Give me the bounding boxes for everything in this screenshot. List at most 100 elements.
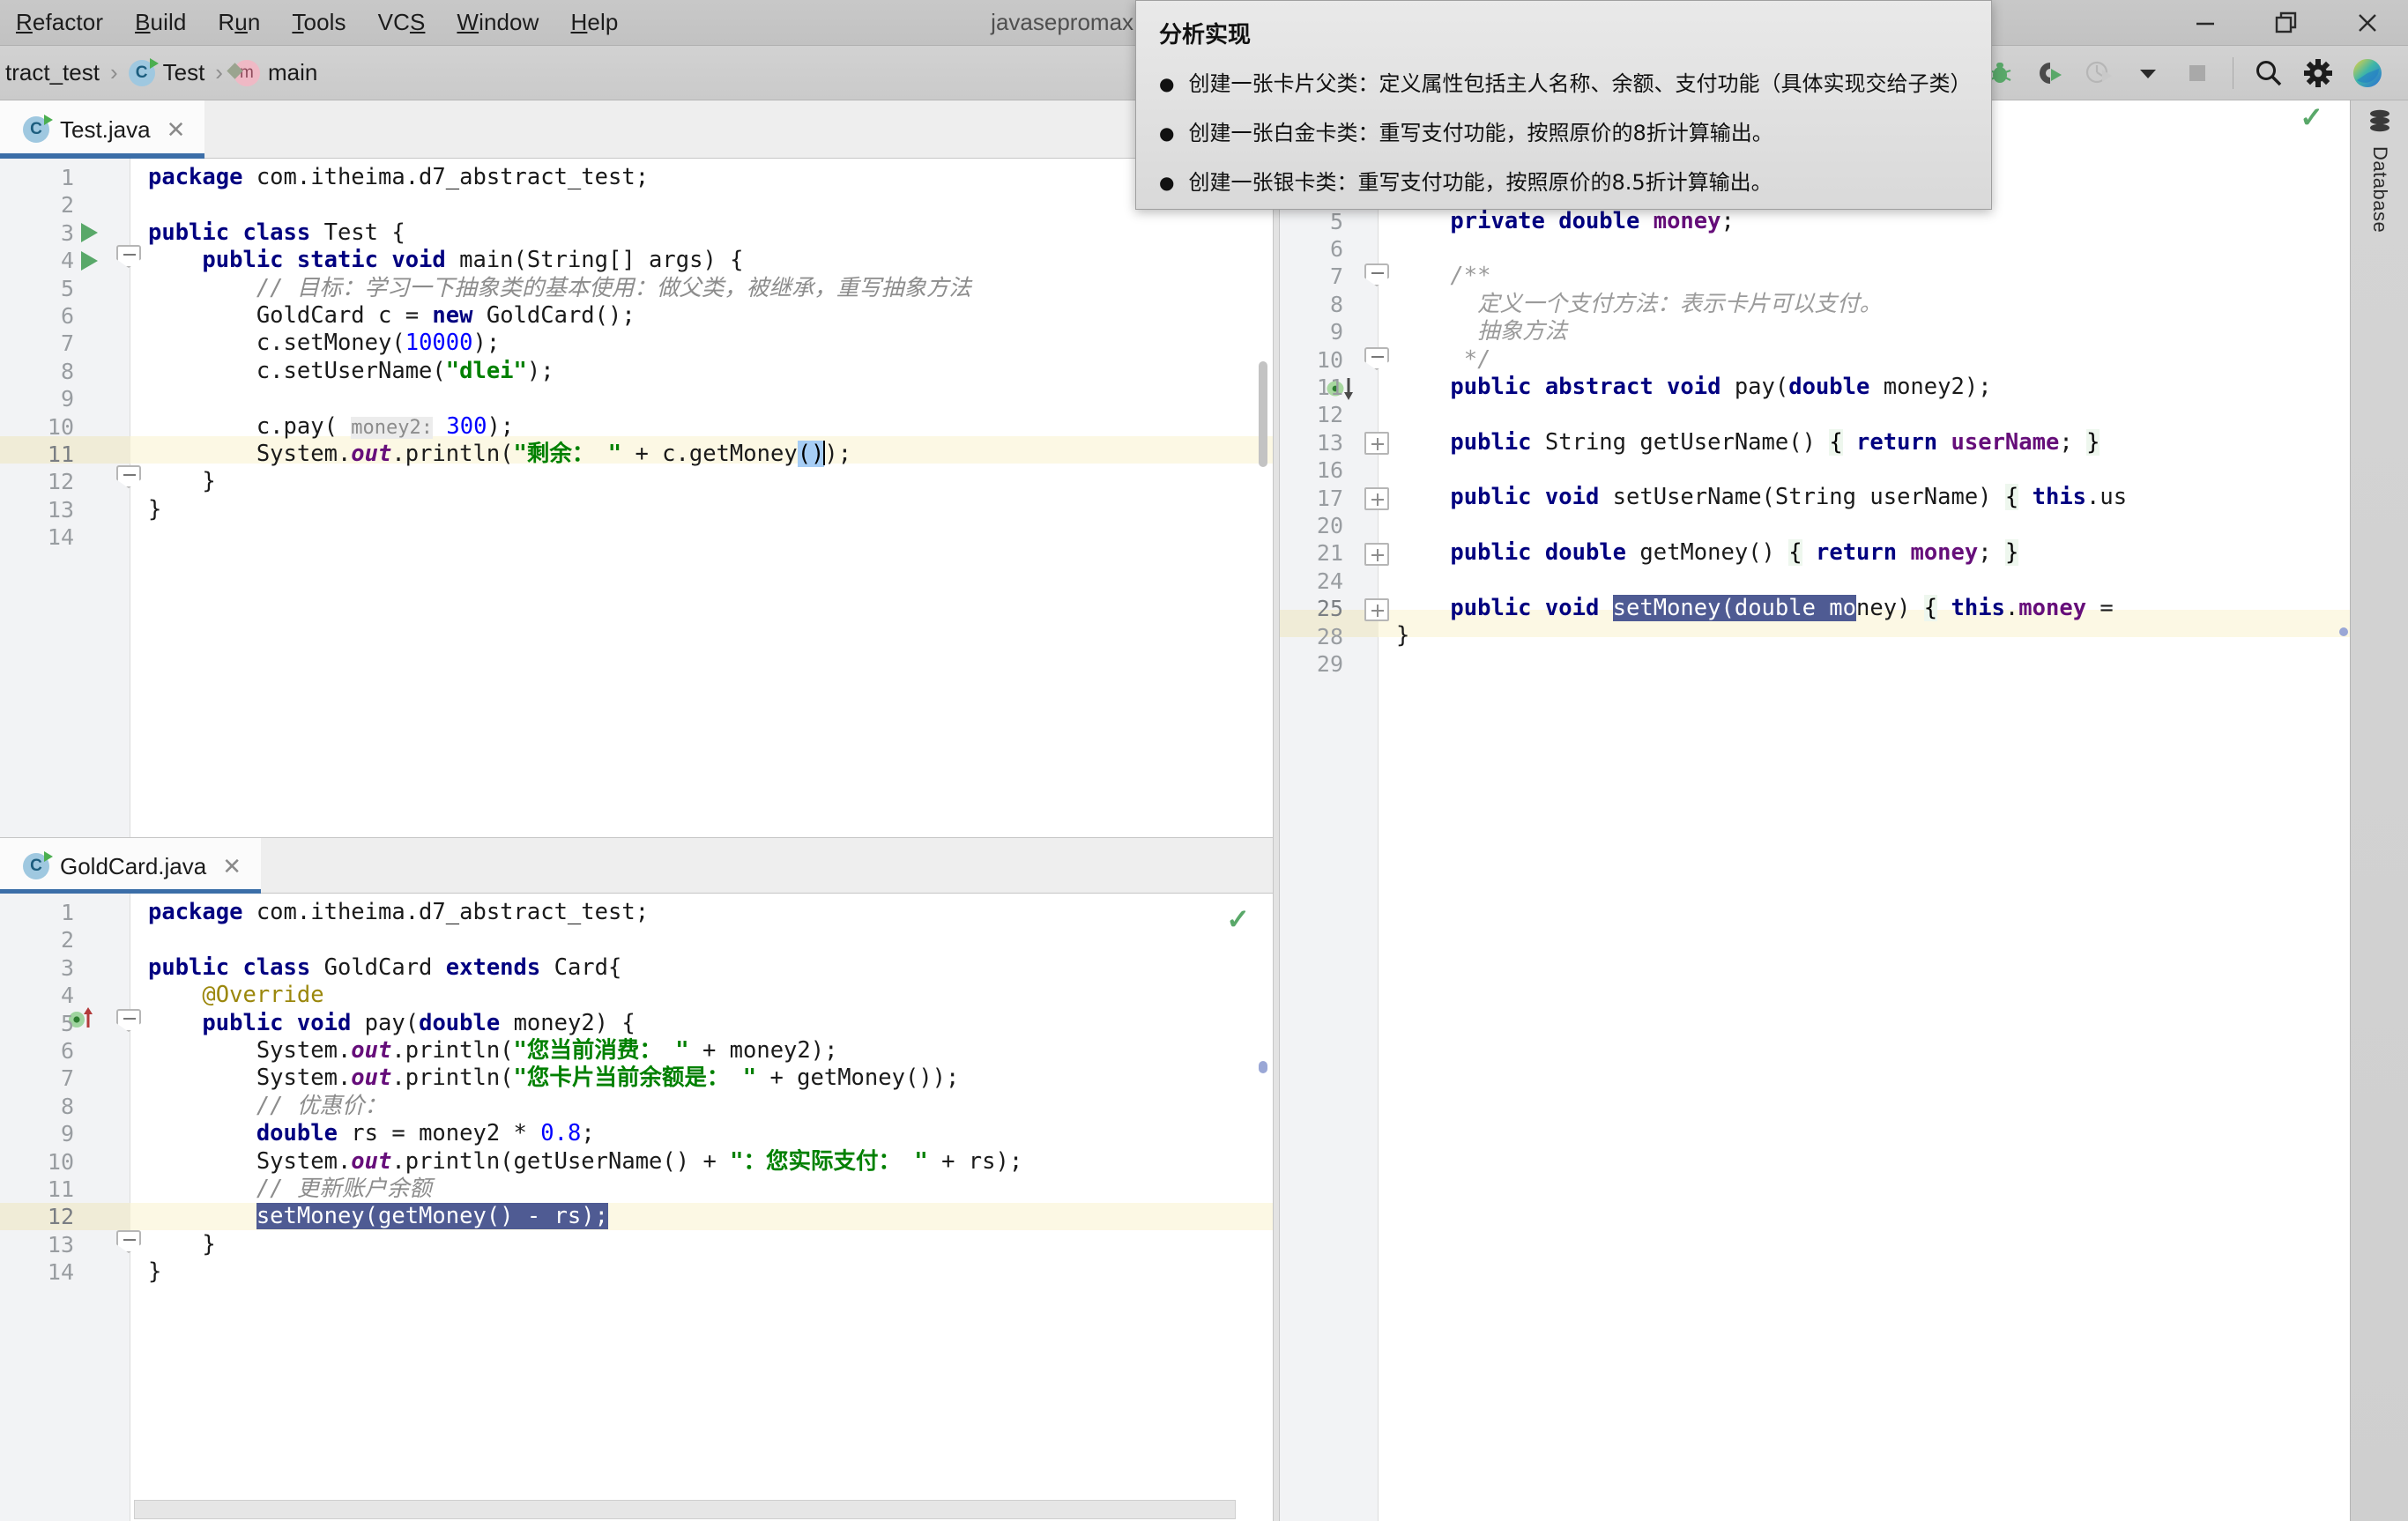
breadcrumb-label: Test [162, 59, 205, 85]
selected-text[interactable]: setMoney(double mo [1612, 595, 1857, 622]
run-with-coverage-button[interactable] [2025, 46, 2074, 100]
code-line: c.pay( money2: 300); [256, 412, 515, 440]
main-toolbar [1926, 46, 2392, 100]
breadcrumb-separator: › [109, 59, 118, 85]
profiler-button[interactable] [2074, 46, 2123, 100]
popup-list-item: ● 创建一张银卡类：重写支付功能，按照原价的8.5折计算输出。 [1159, 169, 1968, 196]
code-line: 定义一个支付方法：表示卡片可以支付。 [1477, 290, 1883, 317]
code-line: public String getUserName() { return use… [1450, 428, 2100, 456]
popup-item-text: 创建一张卡片父类：定义属性包括主人名称、余额、支付功能（具体实现交给子类） [1188, 71, 1972, 96]
left-editor-column: C Test.java ✕ 1 2 3 4 5 6 7 8 9 10 11 12… [0, 100, 1273, 1521]
maximize-restore-button[interactable] [2246, 0, 2327, 46]
popup-list-item: ● 创建一张卡片父类：定义属性包括主人名称、余额、支付功能（具体实现交给子类） [1159, 70, 1972, 97]
tool-window-database[interactable]: Database [2351, 108, 2408, 233]
class-icon: C [128, 57, 159, 86]
database-icon [2370, 109, 2389, 132]
code-line: public void setMoney(double money) { thi… [1450, 595, 2128, 622]
menu-window[interactable]: Window [441, 5, 554, 40]
minimize-button[interactable] [2165, 0, 2246, 46]
popup-list-item: ● 创建一张白金卡类：重写支付功能，按照原价的8折计算输出。 [1159, 120, 1968, 146]
code-line: /** [1450, 263, 1491, 290]
editor-card-java[interactable]: ✓ 1 2 3 4 5 6 7 8 9 10 11 12 13 16 [1280, 97, 2350, 1521]
editor-splitter[interactable] [1273, 100, 1280, 1521]
breadcrumb-item-package[interactable]: tract_test [0, 59, 105, 86]
menu-tools[interactable]: Tools [276, 5, 361, 40]
tab-test-java[interactable]: C Test.java ✕ [0, 100, 205, 159]
tabstrip-top: C Test.java ✕ [0, 100, 1273, 159]
code-line: } [202, 1230, 216, 1258]
code-line: GoldCard c = new GoldCard(); [256, 301, 635, 329]
code-line: package com.itheima.d7_abstract_test; [148, 899, 650, 925]
code-line: public double getMoney() { return money;… [1450, 539, 2019, 567]
code-line: private double money; [1450, 207, 1735, 234]
menu-run[interactable]: Run [202, 5, 276, 40]
code-line: public abstract void pay(double money2); [1450, 373, 1992, 400]
tab-label: GoldCard.java [60, 852, 207, 879]
bullet-icon: ● [1159, 122, 1175, 144]
code-line: System.out.println("剩余： " + c.getMoney()… [256, 440, 852, 467]
close-button[interactable] [2327, 0, 2408, 46]
search-icon[interactable] [2244, 46, 2293, 100]
menu-refactor[interactable]: RRefactorefactor [0, 5, 119, 40]
code-line: @Override [202, 982, 324, 1009]
window-controls [2165, 0, 2408, 46]
menu-build[interactable]: Build [119, 5, 202, 40]
method-icon: m [233, 59, 260, 86]
code-line: } [148, 495, 162, 523]
code-line: public void setUserName(String userName)… [1450, 484, 2128, 511]
code-line: c.setUserName("dlei"); [256, 357, 554, 384]
code-line: System.out.println("您卡片当前余额是： " + getMon… [256, 1065, 960, 1092]
vertical-scrollbar-marker[interactable] [2339, 627, 2348, 636]
breadcrumb-item-method[interactable]: m main [228, 59, 323, 86]
code-line: System.out.println(getUserName() + "：您实际… [256, 1147, 1023, 1175]
selected-text[interactable]: setMoney(getMoney() - rs); [256, 1203, 608, 1230]
menu-help[interactable]: Help [555, 5, 635, 40]
close-icon[interactable]: ✕ [222, 853, 242, 880]
code-line: public class GoldCard extends Card{ [148, 953, 622, 981]
breadcrumb-item-class[interactable]: C Test [123, 57, 211, 86]
vertical-scrollbar-marker[interactable] [1259, 1061, 1267, 1073]
bullet-icon: ● [1159, 172, 1175, 193]
code-line: 抽象方法 [1477, 318, 1568, 345]
chevron-down-icon[interactable] [2123, 46, 2173, 100]
vertical-scrollbar-thumb[interactable] [1259, 361, 1267, 467]
menu-vcs[interactable]: VCS [362, 5, 442, 40]
menu-bar: RRefactorefactor Build Run Tools VCS Win… [0, 5, 634, 40]
breadcrumb: tract_test › C Test › m main [0, 57, 323, 86]
bullet-icon: ● [1159, 73, 1175, 94]
java-class-icon: C [23, 851, 53, 879]
breadcrumb-label: main [267, 59, 318, 85]
code-line: public class Test { [148, 219, 405, 246]
idea-window: RRefactorefactor Build Run Tools VCS Win… [0, 0, 2408, 1521]
tab-goldcard-java[interactable]: C GoldCard.java ✕ [0, 838, 261, 894]
analysis-popup: 分析实现 ● 创建一张卡片父类：定义属性包括主人名称、余额、支付功能（具体实现交… [1135, 0, 1992, 210]
stop-button[interactable] [2173, 46, 2222, 100]
popup-item-text: 创建一张白金卡类：重写支付功能，按照原价的8折计算输出。 [1188, 121, 1773, 145]
editor-area: C Test.java ✕ 1 2 3 4 5 6 7 8 9 10 11 12… [0, 97, 2408, 1521]
avatar-icon[interactable] [2343, 46, 2392, 100]
tabstrip-bottom: C GoldCard.java ✕ [0, 837, 1273, 894]
code-line: package com.itheima.d7_abstract_test; [148, 164, 650, 190]
code-line: public static void main(String[] args) { [202, 247, 744, 274]
popup-title: 分析实现 [1159, 22, 1252, 48]
tab-label: Test.java [60, 115, 151, 143]
code-line: */ [1463, 345, 1491, 373]
code-line: double rs = money2 * 0.8; [256, 1120, 595, 1147]
close-icon[interactable]: ✕ [167, 116, 186, 144]
horizontal-scrollbar[interactable] [134, 1500, 1236, 1519]
code-line: c.setMoney(10000); [256, 330, 501, 357]
code-line: setMoney(getMoney() - rs); [130, 1203, 1273, 1230]
editor-test-java[interactable]: 1 2 3 4 5 6 7 8 9 10 11 12 13 14 package… [0, 159, 1273, 837]
editor-goldcard-java[interactable]: ✓ 1 2 3 4 5 6 7 8 9 10 11 12 13 14 packa… [0, 894, 1273, 1521]
code-line: public void pay(double money2) { [202, 1009, 635, 1036]
right-tool-window-bar: Database [2350, 100, 2408, 1521]
gear-icon[interactable] [2293, 46, 2343, 100]
